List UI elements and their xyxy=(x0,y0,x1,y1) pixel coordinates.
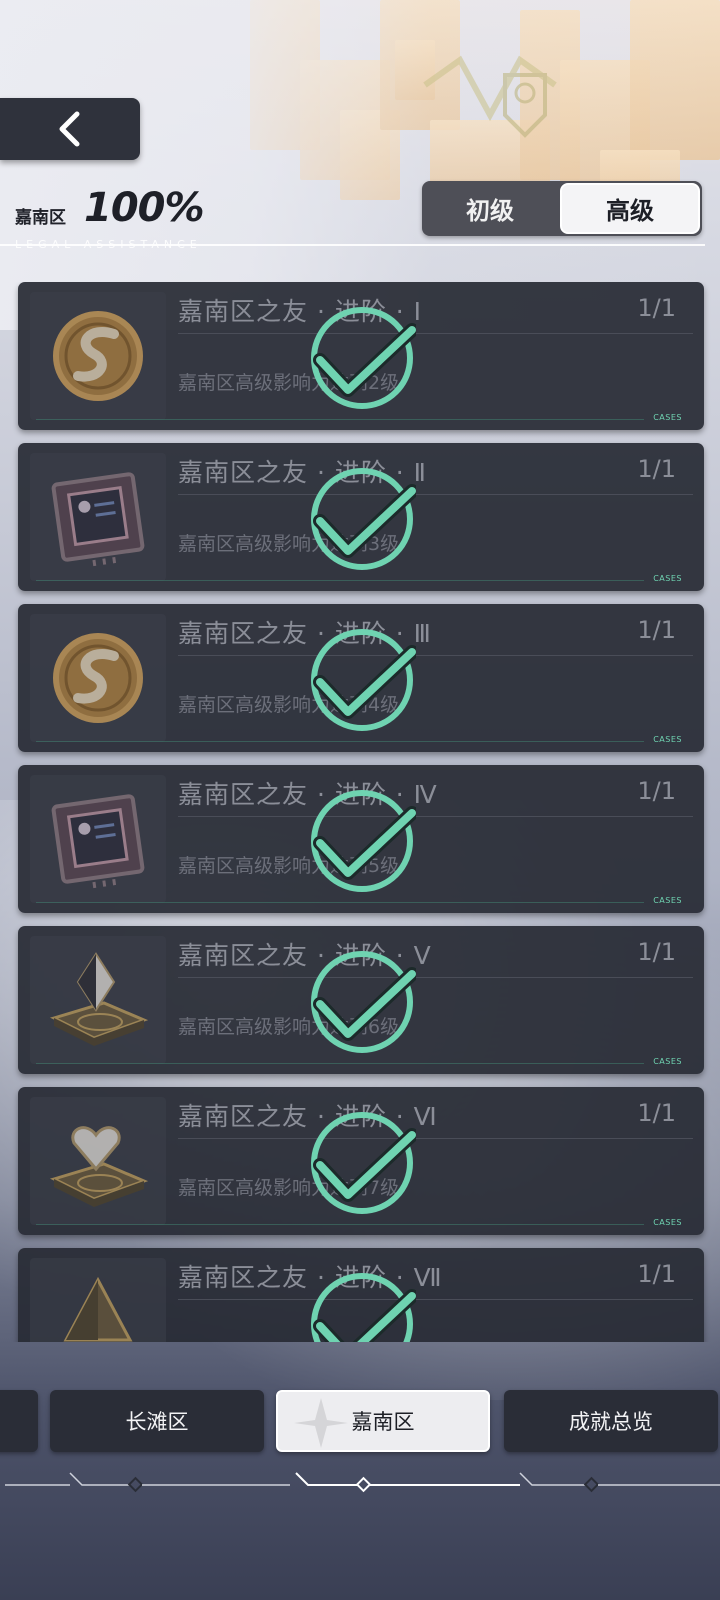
cases-tag: CASES xyxy=(653,735,682,744)
coin-icon xyxy=(53,633,143,723)
card-footer-line xyxy=(36,580,644,581)
achievement-icon-box xyxy=(30,775,166,903)
achievement-progress: 1/1 xyxy=(637,777,676,805)
completed-check-icon xyxy=(311,790,416,892)
chip-icon xyxy=(51,794,145,889)
achievement-card[interactable]: 嘉南区之友 · 进阶 · Ⅵ 1/1 嘉南区高级影响力达到7级 CASES xyxy=(18,1087,704,1235)
achievement-card[interactable]: 嘉南区之友 · 进阶 · Ⅳ 1/1 嘉南区高级影响力达到5级 CASES xyxy=(18,765,704,913)
completed-check-icon xyxy=(311,307,416,409)
card-divider xyxy=(178,977,693,978)
achievement-card[interactable]: 嘉南区之友 · 进阶 · Ⅴ 1/1 嘉南区高级影响力达到6级 CASES xyxy=(18,926,704,1074)
card-divider xyxy=(178,1299,693,1300)
tier-advanced-button[interactable]: 高级 xyxy=(560,183,700,234)
chip-icon xyxy=(51,472,145,567)
card-divider xyxy=(178,333,693,334)
tab-jianan-label: 嘉南区 xyxy=(351,1410,415,1434)
tier-basic-button[interactable]: 初级 xyxy=(422,181,558,236)
achievement-progress: 1/1 xyxy=(637,616,676,644)
district-emblem-icon xyxy=(423,55,557,138)
cases-tag: CASES xyxy=(653,896,682,905)
cases-tag: CASES xyxy=(653,1057,682,1066)
achievement-progress: 1/1 xyxy=(637,294,676,322)
achievement-card[interactable]: 嘉南区之友 · 进阶 · Ⅶ1/1CASES xyxy=(18,1248,704,1342)
tab-progress-track xyxy=(5,1472,720,1493)
achievement-list[interactable]: 嘉南区之友 · 进阶 · Ⅰ 1/1 嘉南区高级影响力达到2级 CASES 嘉南区之友 … xyxy=(0,282,720,1342)
heart-platform-icon xyxy=(49,1126,149,1207)
achievement-progress: 1/1 xyxy=(637,1099,676,1127)
tab-changtan[interactable]: 长滩区 xyxy=(50,1390,264,1452)
achievement-card[interactable]: 嘉南区之友 · 进阶 · Ⅲ 1/1 嘉南区高级影响力达到4级 CASES xyxy=(18,604,704,752)
card-divider xyxy=(178,494,693,495)
cases-tag: CASES xyxy=(653,413,682,422)
achievement-icon-box xyxy=(30,453,166,581)
completed-check-icon xyxy=(311,1273,416,1342)
achievement-icon-box xyxy=(30,614,166,742)
completed-check-icon xyxy=(311,468,416,570)
card-footer-line xyxy=(36,1063,644,1064)
chevron-left-icon xyxy=(59,111,80,147)
cases-tag: CASES xyxy=(653,1218,682,1227)
card-divider xyxy=(178,1138,693,1139)
achievement-icon-box xyxy=(30,1097,166,1225)
card-footer-line xyxy=(36,419,644,420)
district-tab-bar: 长滩区 嘉南区 成就总览 xyxy=(0,1390,720,1456)
achievement-icon-box xyxy=(30,292,166,420)
tier-toggle: 初级 高级 xyxy=(422,181,702,236)
cases-tag: CASES xyxy=(653,574,682,583)
pyramid-icon xyxy=(63,1276,133,1342)
section-subtitle: LEGAL ASSISTANCE xyxy=(15,238,202,251)
tab-prev-partial[interactable] xyxy=(0,1390,38,1452)
diamond-platform-icon xyxy=(49,952,149,1046)
completion-percent: 100% xyxy=(84,185,205,231)
tab-overview[interactable]: 成就总览 xyxy=(504,1390,718,1452)
coin-icon xyxy=(53,311,143,401)
achievement-card[interactable]: 嘉南区之友 · 进阶 · Ⅱ 1/1 嘉南区高级影响力达到3级 CASES xyxy=(18,443,704,591)
completed-check-icon xyxy=(311,629,416,731)
district-name: 嘉南区 xyxy=(15,208,66,228)
achievement-progress: 1/1 xyxy=(637,1260,676,1288)
card-footer-line xyxy=(36,1224,644,1225)
card-footer-line xyxy=(36,741,644,742)
card-footer-line xyxy=(36,902,644,903)
achievement-card[interactable]: 嘉南区之友 · 进阶 · Ⅰ 1/1 嘉南区高级影响力达到2级 CASES xyxy=(18,282,704,430)
compass-watermark-icon xyxy=(294,1398,348,1448)
achievement-progress: 1/1 xyxy=(637,455,676,483)
achievement-icon-box xyxy=(30,1258,166,1342)
background-haze xyxy=(0,0,720,330)
card-divider xyxy=(178,655,693,656)
completed-check-icon xyxy=(311,951,416,1053)
achievement-icon-box xyxy=(30,936,166,1064)
achievement-progress: 1/1 xyxy=(637,938,676,966)
card-divider xyxy=(178,816,693,817)
back-button[interactable] xyxy=(0,98,140,160)
tab-jianan[interactable]: 嘉南区 xyxy=(276,1390,490,1452)
completed-check-icon xyxy=(311,1112,416,1214)
